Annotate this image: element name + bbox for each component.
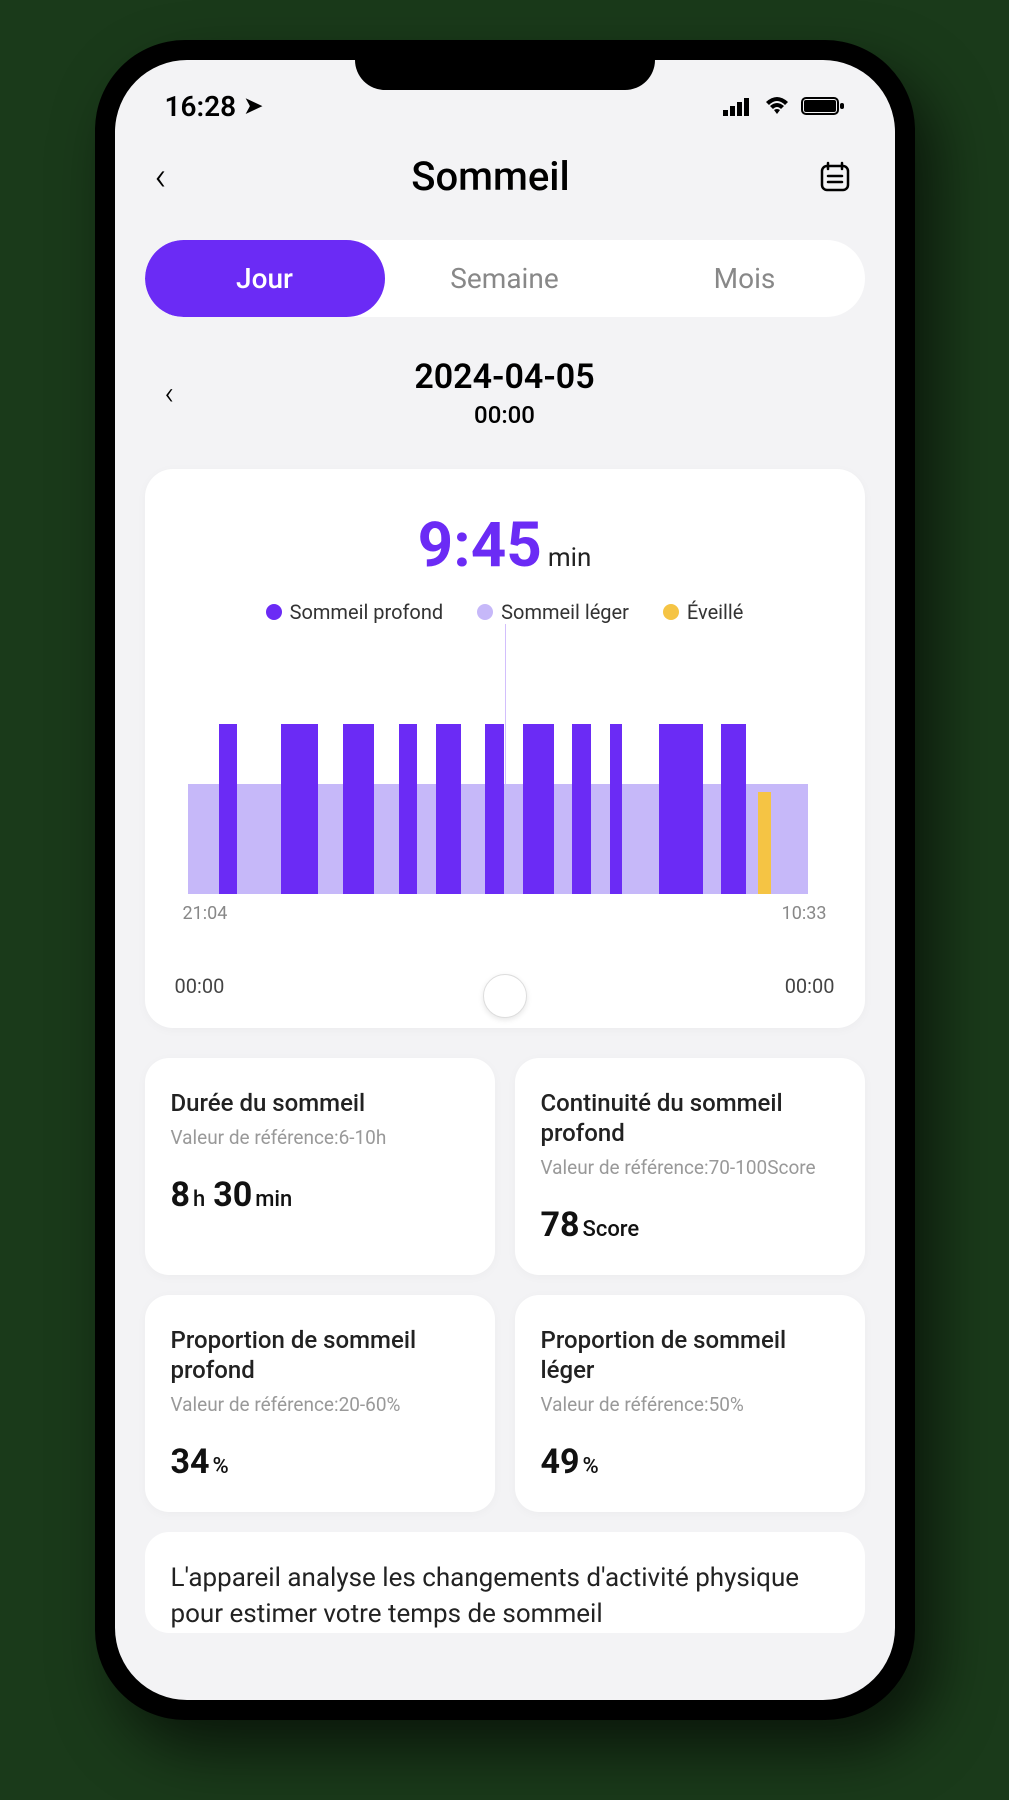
date-value: 2024-04-05: [414, 357, 594, 397]
bar-wake: [758, 792, 770, 894]
bar-deep: [343, 724, 374, 894]
bar-deep: [219, 724, 238, 894]
date-nav: ‹ 2024-04-05 00:00: [115, 337, 895, 459]
bar-deep: [436, 724, 461, 894]
metric-value: 49%: [541, 1442, 839, 1482]
chart-card: 9:45min Sommeil profond Sommeil léger Év…: [145, 469, 865, 1028]
calendar-button[interactable]: [815, 157, 855, 197]
dot-light-icon: [477, 604, 493, 620]
total-unit: min: [548, 543, 591, 573]
metric-value: 8h30min: [171, 1175, 469, 1215]
back-button[interactable]: ‹: [155, 153, 167, 200]
bar-deep: [659, 724, 702, 894]
metric-card[interactable]: Proportion de sommeil profond Valeur de r…: [145, 1295, 495, 1512]
total-value: 9:45min: [175, 509, 835, 582]
metric-ref: Valeur de référence:70-100Score: [541, 1156, 839, 1179]
metric-ref: Valeur de référence:50%: [541, 1393, 839, 1416]
bar-deep: [281, 724, 318, 894]
chart-x-start: 21:04: [183, 903, 228, 924]
scrub-end: 00:00: [785, 974, 835, 998]
tab-day[interactable]: Jour: [145, 240, 385, 317]
legend-light: Sommeil léger: [477, 600, 629, 624]
bar-deep: [572, 724, 591, 894]
chart-x-end: 10:33: [782, 903, 827, 924]
dot-wake-icon: [663, 604, 679, 620]
metric-value: 34%: [171, 1442, 469, 1482]
wifi-icon: [763, 90, 791, 123]
battery-icon: [801, 90, 845, 123]
header: ‹ Sommeil: [115, 133, 895, 220]
tab-month[interactable]: Mois: [625, 240, 865, 317]
bar-deep: [399, 724, 418, 894]
dot-deep-icon: [266, 604, 282, 620]
date-sub: 00:00: [414, 401, 594, 429]
phone-frame: 16:28 ➤ ‹ Sommeil Jou: [95, 40, 915, 1720]
date-prev-button[interactable]: ‹: [165, 374, 175, 412]
signal-icon: [723, 90, 753, 123]
bar-deep: [485, 724, 504, 894]
metric-title: Proportion de sommeil léger: [541, 1325, 839, 1385]
tab-week[interactable]: Semaine: [385, 240, 625, 317]
total-number: 9:45: [418, 509, 542, 582]
metric-ref: Valeur de référence:20-60%: [171, 1393, 469, 1416]
metric-card[interactable]: Proportion de sommeil léger Valeur de réf…: [515, 1295, 865, 1512]
legend-wake: Éveillé: [663, 600, 743, 624]
bar-deep: [523, 724, 554, 894]
metrics-grid: Durée du sommeil Valeur de référence:6-10…: [145, 1058, 865, 1512]
info-text: L'appareil analyse les changements d'act…: [171, 1563, 800, 1629]
period-tabs: Jour Semaine Mois: [145, 240, 865, 317]
page-title: Sommeil: [166, 153, 814, 200]
bar-deep: [721, 724, 746, 894]
chart-x-labels: 21:04 10:33: [175, 903, 835, 924]
notch: [355, 40, 655, 90]
metric-card[interactable]: Continuité du sommeil profond Valeur de r…: [515, 1058, 865, 1275]
legend-deep: Sommeil profond: [266, 600, 444, 624]
info-card: L'appareil analyse les changements d'act…: [145, 1532, 865, 1633]
metric-title: Durée du sommeil: [171, 1088, 469, 1118]
metric-title: Proportion de sommeil profond: [171, 1325, 469, 1385]
metric-card[interactable]: Durée du sommeil Valeur de référence:6-10…: [145, 1058, 495, 1275]
screen: 16:28 ➤ ‹ Sommeil Jou: [115, 60, 895, 1700]
legend: Sommeil profond Sommeil léger Éveillé: [175, 600, 835, 624]
bar-deep: [610, 724, 622, 894]
location-icon: ➤: [244, 94, 262, 119]
status-time: 16:28: [165, 90, 237, 123]
metric-title: Continuité du sommeil profond: [541, 1088, 839, 1148]
scrub-handle[interactable]: [483, 974, 527, 1018]
sleep-chart[interactable]: 21:04 10:33: [175, 664, 835, 924]
scrub-row: 00:00 00:00: [175, 974, 835, 998]
scrub-start: 00:00: [175, 974, 225, 998]
metric-ref: Valeur de référence:6-10h: [171, 1126, 469, 1149]
metric-value: 78Score: [541, 1205, 839, 1245]
